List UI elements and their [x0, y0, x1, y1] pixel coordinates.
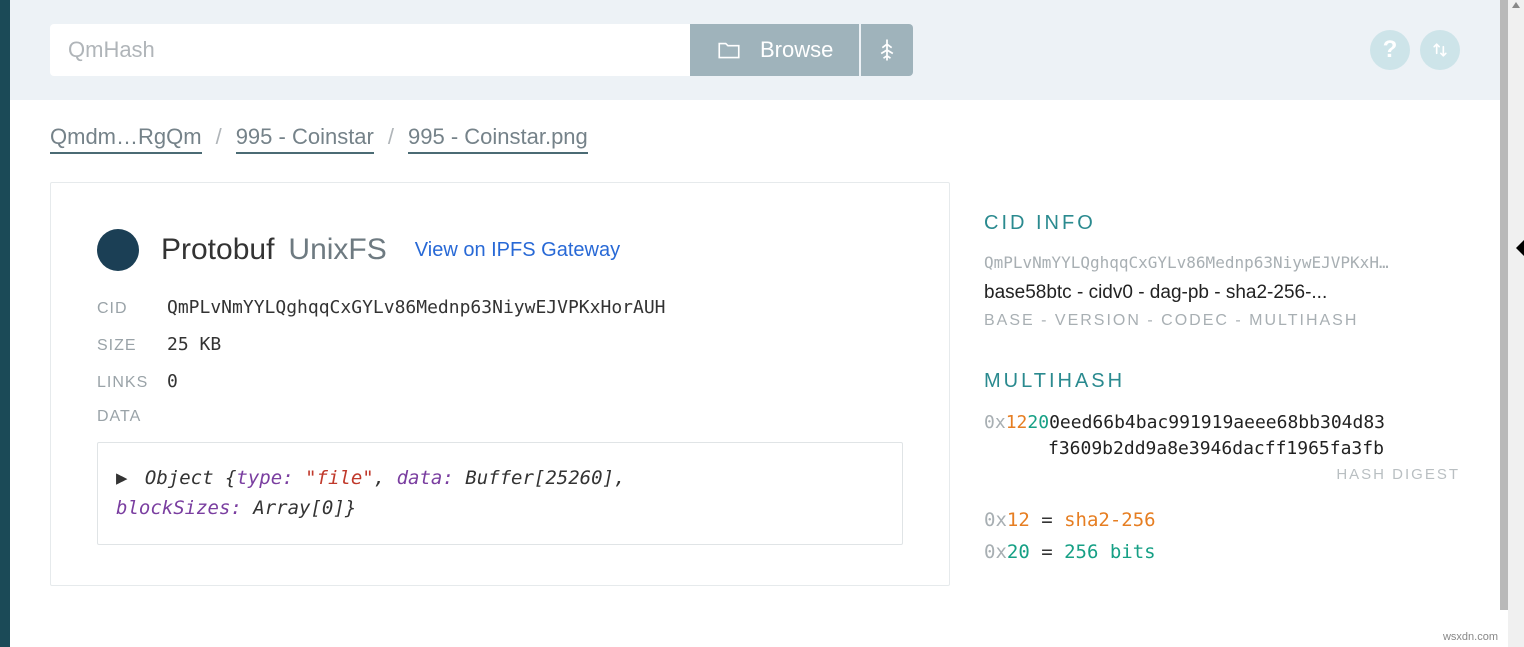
- hex-alg: 12: [1006, 412, 1028, 433]
- label-links: LINKS: [97, 374, 167, 392]
- crumb-sep: /: [388, 124, 394, 150]
- left-rail: [0, 0, 10, 647]
- side-panel: CID INFO QmPLvNmYYLQghqqCxGYLv86Mednp63N…: [984, 182, 1460, 586]
- obj-prefix: Object {: [145, 467, 237, 489]
- footer-watermark: wsxdn.com: [1443, 631, 1498, 643]
- scrollbar-track[interactable]: [1508, 0, 1524, 647]
- gateway-link[interactable]: View on IPFS Gateway: [415, 239, 620, 262]
- multihash-hex-2: f3609b2dd9a8e3946dacff1965fa3fb: [984, 437, 1460, 461]
- len-code: 20: [1007, 541, 1030, 563]
- scroll-up-icon[interactable]: [1512, 2, 1520, 8]
- data-object-box[interactable]: ▶ Object {type: "file", data: Buffer[252…: [97, 442, 903, 545]
- search-group: Browse: [50, 24, 913, 76]
- viewport: Browse ?: [0, 0, 1524, 647]
- cid-truncated: QmPLvNmYYLQghqqCxGYLv86Mednp63NiywEJVPKx…: [984, 253, 1460, 272]
- codec-dot-icon: [97, 229, 139, 271]
- len-pre: 0x: [984, 541, 1007, 563]
- kv-table: CID QmPLvNmYYLQghqqCxGYLv86Mednp63NiywEJ…: [97, 297, 903, 426]
- obj-val-type: "file": [305, 467, 374, 489]
- hex-body1: 0eed66b4bac991919aeee68bb304d83: [1049, 412, 1385, 433]
- transfer-button[interactable]: [1420, 30, 1460, 70]
- main-card: Protobuf UnixFS View on IPFS Gateway CID…: [50, 182, 950, 586]
- hex-len: 20: [1027, 412, 1049, 433]
- obj-key-bs: blockSizes:: [116, 497, 242, 519]
- crumb-sep: /: [216, 124, 222, 150]
- alg-name: sha2-256: [1064, 509, 1156, 531]
- cid-info-title: CID INFO: [984, 212, 1460, 235]
- scrollbar-thumb[interactable]: [1500, 0, 1508, 610]
- obj-val-bs: Array[0]: [253, 497, 345, 519]
- alg-row: 0x12 = sha2-256: [984, 509, 1460, 531]
- multihash-hex: 0x12200eed66b4bac991919aeee68bb304d83: [984, 411, 1460, 435]
- obj-key-data: data:: [397, 467, 454, 489]
- tree-button[interactable]: [861, 24, 913, 76]
- cid-legend: BASE - VERSION - CODEC - MULTIHASH: [984, 312, 1460, 330]
- alg-eq: =: [1030, 509, 1064, 531]
- hash-digest-label: HASH DIGEST: [984, 466, 1460, 483]
- value-cid: QmPLvNmYYLQghqqCxGYLv86Mednp63NiywEJVPKx…: [167, 297, 666, 318]
- row-links: LINKS 0: [97, 371, 903, 392]
- obj-suffix: }: [345, 497, 356, 519]
- value-links: 0: [167, 371, 178, 392]
- resize-indicator-icon: [1516, 240, 1524, 256]
- obj-val-data: Buffer[25260]: [465, 467, 614, 489]
- len-eq: =: [1030, 541, 1064, 563]
- question-icon: ?: [1383, 36, 1398, 64]
- label-data: DATA: [97, 408, 167, 426]
- hex-body2: f3609b2dd9a8e3946dacff1965fa3fb: [1048, 438, 1384, 459]
- topbar: Browse ?: [10, 0, 1500, 100]
- row-data: DATA: [97, 408, 903, 426]
- crumb-mid[interactable]: 995 - Coinstar: [236, 124, 374, 154]
- crumb-root[interactable]: Qmdm…RgQm: [50, 124, 202, 154]
- format-name: UnixFS: [288, 233, 386, 267]
- alg-pre: 0x: [984, 509, 1007, 531]
- search-input[interactable]: [50, 24, 690, 76]
- folder-icon: [716, 37, 742, 63]
- cid-decoded: base58btc - cidv0 - dag-pb - sha2-256-..…: [984, 282, 1460, 304]
- breadcrumb: Qmdm…RgQm / 995 - Coinstar / 995 - Coins…: [10, 100, 1500, 164]
- browse-button[interactable]: Browse: [690, 24, 859, 76]
- obj-key-type: type:: [236, 467, 293, 489]
- help-button[interactable]: ?: [1370, 30, 1410, 70]
- multihash-title: MULTIHASH: [984, 370, 1460, 393]
- crumb-leaf[interactable]: 995 - Coinstar.png: [408, 124, 588, 154]
- alg-code: 12: [1007, 509, 1030, 531]
- content: Browse ?: [10, 0, 1500, 647]
- browse-label: Browse: [760, 37, 833, 63]
- transfer-icon: [1430, 40, 1450, 60]
- row-cid: CID QmPLvNmYYLQghqqCxGYLv86Mednp63NiywEJ…: [97, 297, 903, 318]
- expand-triangle-icon[interactable]: ▶: [116, 463, 127, 493]
- top-actions: ?: [1370, 30, 1460, 70]
- len-name: 256 bits: [1064, 541, 1156, 563]
- columns: Protobuf UnixFS View on IPFS Gateway CID…: [10, 164, 1500, 586]
- codec-name: Protobuf: [161, 233, 274, 267]
- len-row: 0x20 = 256 bits: [984, 541, 1460, 563]
- value-size: 25 KB: [167, 334, 221, 355]
- tree-icon: [873, 36, 901, 64]
- row-size: SIZE 25 KB: [97, 334, 903, 355]
- card-header: Protobuf UnixFS View on IPFS Gateway: [97, 229, 903, 271]
- label-size: SIZE: [97, 337, 167, 355]
- label-cid: CID: [97, 300, 167, 318]
- hex-prefix: 0x: [984, 412, 1006, 433]
